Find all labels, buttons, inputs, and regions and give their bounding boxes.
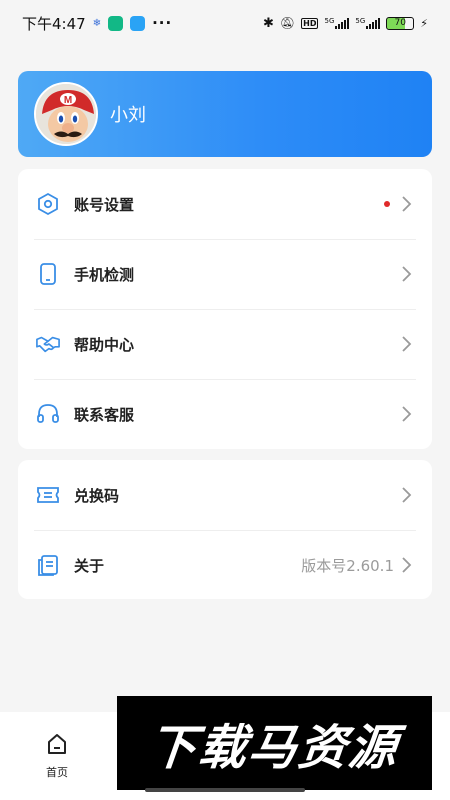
battery-icon: 70 — [386, 16, 415, 30]
menu-item-phone-check[interactable]: 手机检测 — [18, 239, 432, 309]
hd-icon: HD — [301, 17, 319, 29]
mute-icon: 🔕︎ — [279, 16, 296, 30]
status-left: 下午4:47 ❄ ··· — [22, 13, 172, 34]
more-dots-icon: ··· — [152, 14, 173, 32]
menu-label: 帮助中心 — [74, 335, 135, 354]
menu-card-main: 账号设置 手机检测 帮助中心 联系客服 — [18, 169, 432, 449]
signal-icon: 5G — [324, 17, 350, 29]
chevron-right-icon — [402, 266, 412, 282]
watermark-text: 下载马资源 — [146, 720, 402, 776]
menu-label: 兑换码 — [74, 486, 120, 505]
status-bar: 下午4:47 ❄ ··· ✱ 🔕︎ HD 5G 5G 70 ⚡︎ — [0, 0, 450, 46]
network-label: 5G — [324, 17, 335, 25]
menu-label: 关于 — [74, 556, 105, 575]
username[interactable]: 小刘 — [110, 101, 146, 127]
profile-card[interactable]: M 小刘 — [18, 71, 432, 157]
menu-item-redeem-code[interactable]: 兑换码 — [18, 460, 432, 530]
bluetooth-icon: ✱ — [263, 15, 274, 31]
home-icon — [48, 734, 66, 754]
chevron-right-icon — [402, 336, 412, 352]
menu-item-about[interactable]: 关于 版本号2.60.1 — [18, 530, 432, 600]
charging-icon: ⚡︎ — [420, 16, 428, 30]
version-number: 版本号2.60.1 — [301, 556, 394, 575]
status-right: ✱ 🔕︎ HD 5G 5G 70 ⚡︎ — [263, 16, 428, 31]
signal-icon-2: 5G — [355, 17, 381, 29]
headset-icon — [36, 402, 60, 426]
chevron-right-icon — [402, 487, 412, 503]
app-notification-icon — [108, 15, 124, 31]
watermark-banner: 下载马资源 — [117, 696, 432, 790]
menu-item-help-center[interactable]: 帮助中心 — [18, 309, 432, 379]
notification-badge — [384, 201, 390, 207]
chevron-right-icon — [402, 406, 412, 422]
menu-card-secondary: 兑换码 关于 版本号2.60.1 — [18, 460, 432, 599]
document-icon — [36, 553, 60, 577]
home-indicator[interactable] — [145, 788, 305, 792]
mario-avatar[interactable]: M — [34, 82, 98, 146]
tab-home-label: 首页 — [46, 766, 68, 779]
phone-icon — [36, 262, 60, 286]
menu-item-customer-service[interactable]: 联系客服 — [18, 379, 432, 449]
snowflake-icon: ❄ — [92, 17, 102, 29]
menu-label: 手机检测 — [74, 265, 135, 284]
hexagon-settings-icon — [36, 192, 60, 216]
ticket-icon — [36, 483, 60, 507]
handshake-icon — [36, 332, 60, 356]
app-notification-icon-2 — [130, 15, 146, 31]
menu-label: 账号设置 — [74, 195, 135, 214]
chevron-right-icon — [402, 196, 412, 212]
network-label-2: 5G — [355, 17, 366, 25]
menu-item-account-settings[interactable]: 账号设置 — [18, 169, 432, 239]
svg-text:M: M — [64, 95, 72, 106]
status-time: 下午4:47 — [22, 14, 86, 33]
tab-home[interactable]: 首页 — [36, 732, 78, 780]
battery-level: 70 — [394, 18, 406, 28]
chevron-right-icon — [402, 557, 412, 573]
menu-label: 联系客服 — [74, 405, 135, 424]
